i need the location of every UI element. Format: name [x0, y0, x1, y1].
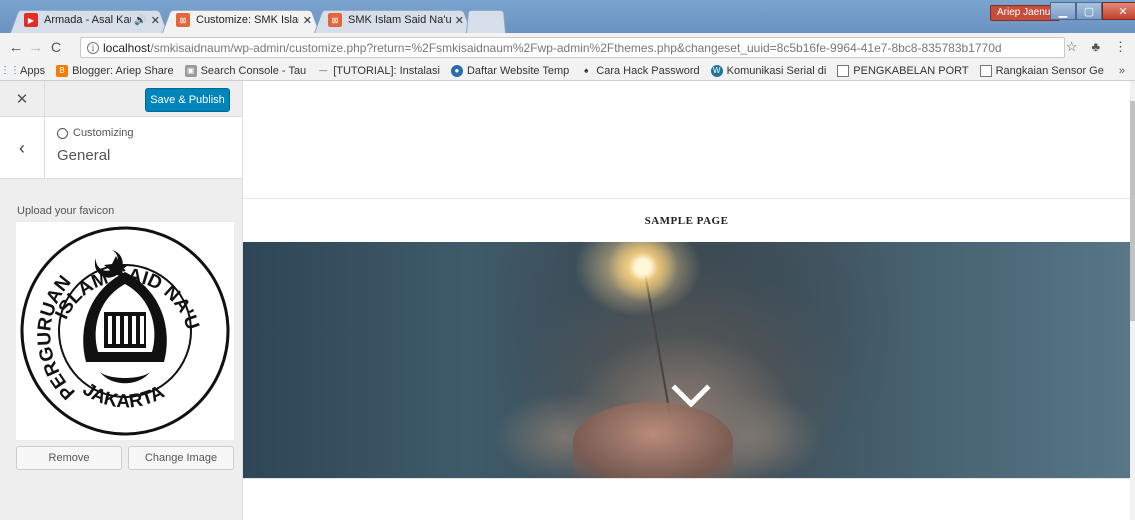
- remove-button[interactable]: Remove: [16, 446, 122, 470]
- bookmark-label: Komunikasi Serial di: [726, 64, 827, 77]
- speaker-icon[interactable]: 🔊: [134, 15, 146, 26]
- bookmark-search-console[interactable]: ▣ Search Console - Tau: [184, 64, 307, 77]
- breadcrumb: Customizing: [57, 127, 134, 139]
- document-icon: [837, 64, 850, 77]
- url-path: /smkisaidnaum/wp-admin/customize.php?ret…: [150, 40, 1002, 55]
- breadcrumb-label: Customizing: [73, 127, 134, 139]
- bookmark-label: Rangkaian Sensor Ge: [995, 64, 1104, 77]
- school-logo-icon: ISLAM SAID NA'UM PERGURUAN JAKARTA: [8, 206, 230, 436]
- preview-content-start: [243, 478, 1130, 520]
- hack-icon: ♠: [584, 66, 589, 75]
- favicon-label: Upload your favicon: [17, 205, 115, 217]
- url-host: localhost: [103, 40, 151, 55]
- close-icon[interactable]: ✕: [151, 14, 160, 27]
- preview-header: [243, 81, 1130, 199]
- site-preview: SAMPLE PAGE: [243, 81, 1130, 520]
- bookmark-label: [TUTORIAL]: Instalasi: [333, 64, 440, 77]
- bookmark-daftar[interactable]: ● Daftar Website Temp: [450, 64, 570, 77]
- browser-titlebar: ▶ Armada - Asal Kau Ba 🔊 ✕ ⊠ Customize: …: [0, 0, 1135, 33]
- hero-sparkler-glow: [608, 242, 678, 302]
- bookmark-apps[interactable]: ⋮⋮ Apps: [0, 64, 46, 77]
- site-icon: ●: [450, 64, 463, 77]
- document-icon: [979, 64, 992, 77]
- bookmark-label: Apps: [20, 64, 46, 77]
- back-chevron-icon[interactable]: ‹: [0, 117, 45, 179]
- close-icon[interactable]: ✕: [455, 14, 464, 27]
- bookmark-label: Cara Hack Password: [596, 64, 700, 77]
- close-icon[interactable]: ✕: [303, 14, 312, 27]
- change-image-button[interactable]: Change Image: [128, 446, 234, 470]
- bookmarks-overflow-button[interactable]: »: [1119, 65, 1125, 77]
- address-row: ← → C i localhost/smkisaidnaum/wp-admin/…: [0, 33, 1135, 61]
- browser-tab-customize[interactable]: ⊠ Customize: SMK Islam Sa ✕: [162, 7, 320, 33]
- save-publish-button[interactable]: Save & Publish: [145, 88, 230, 112]
- wordpress-site-icon: ⊠: [176, 13, 190, 27]
- maximize-button[interactable]: ▢: [1076, 2, 1102, 20]
- minimize-button[interactable]: ▁: [1050, 2, 1076, 20]
- back-arrow-icon[interactable]: ←: [6, 39, 26, 56]
- bookmarks-bar: ⋮⋮ Apps B Blogger: Ariep Share ▣ Search Con…: [0, 61, 1135, 81]
- bookmark-label: Daftar Website Temp: [466, 64, 570, 77]
- tab-title: SMK Islam Said Na'um –: [348, 14, 451, 26]
- bookmark-cara-hack[interactable]: ♠ Cara Hack Password: [580, 65, 699, 77]
- preview-nav: SAMPLE PAGE: [243, 199, 1130, 242]
- bookmark-blogger[interactable]: B Blogger: Ariep Share: [56, 64, 174, 77]
- blogger-icon: B: [56, 64, 69, 77]
- customizing-circle-icon: [57, 127, 68, 139]
- window-close-button[interactable]: ✕: [1102, 2, 1135, 20]
- tab-title: Armada - Asal Kau Ba: [44, 14, 131, 26]
- tab-background: [466, 10, 506, 33]
- info-icon[interactable]: i: [87, 41, 99, 54]
- scroll-down-chevron-icon[interactable]: [671, 380, 711, 410]
- section-title-panel: ‹ Customizing General: [0, 117, 242, 179]
- bookmark-pengkabelan[interactable]: PENGKABELAN PORT: [837, 64, 969, 77]
- customizer-header: ✕ Save & Publish: [0, 81, 242, 117]
- search-console-icon: ▣: [184, 64, 197, 77]
- bookmark-label: Search Console - Tau: [200, 64, 307, 77]
- wordpress-site-icon: ⊠: [328, 13, 342, 27]
- section-title: General: [57, 147, 111, 164]
- customizer-sidebar: ✕ Save & Publish ‹ Customizing General U…: [0, 81, 243, 520]
- dash-icon: —: [319, 66, 328, 75]
- reload-icon[interactable]: C: [46, 39, 66, 55]
- forward-arrow-icon[interactable]: →: [26, 39, 46, 56]
- new-tab-button[interactable]: [466, 7, 506, 33]
- address-bar[interactable]: i localhost/smkisaidnaum/wp-admin/custom…: [80, 37, 1065, 58]
- tab-title: Customize: SMK Islam Sa: [196, 14, 299, 26]
- hero-hands: [573, 402, 733, 478]
- close-icon[interactable]: ✕: [0, 81, 45, 117]
- apps-grid-icon: ⋮⋮: [0, 65, 20, 76]
- wordpress-icon: W: [710, 64, 723, 77]
- tab-strip: ▶ Armada - Asal Kau Ba 🔊 ✕ ⊠ Customize: …: [10, 7, 506, 33]
- favicon-preview[interactable]: ISLAM SAID NA'UM PERGURUAN JAKARTA: [8, 206, 234, 440]
- scrollbar-thumb[interactable]: [1130, 101, 1135, 321]
- bookmark-label: Blogger: Ariep Share: [72, 64, 174, 77]
- bookmark-rangkaian[interactable]: Rangkaian Sensor Ge: [979, 64, 1104, 77]
- bookmark-tutorial[interactable]: — [TUTORIAL]: Instalasi: [317, 65, 440, 77]
- youtube-icon: ▶: [24, 13, 38, 27]
- hero-image: [243, 242, 1130, 478]
- menu-icon[interactable]: ⋮: [1114, 39, 1127, 55]
- bookmark-label: PENGKABELAN PORT: [853, 64, 969, 77]
- star-icon[interactable]: ☆: [1066, 39, 1078, 55]
- favicon-actions: Remove Change Image: [16, 446, 234, 470]
- toolbar-right: ☆ ♣ ⋮: [1066, 39, 1127, 55]
- extension-icon[interactable]: ♣: [1091, 39, 1100, 55]
- preview-scrollbar[interactable]: [1130, 81, 1135, 520]
- nav-link-sample-page[interactable]: SAMPLE PAGE: [645, 215, 729, 227]
- bookmark-komunikasi[interactable]: W Komunikasi Serial di: [710, 64, 827, 77]
- window-controls: ▁ ▢ ✕: [1050, 2, 1135, 20]
- browser-tab-smk[interactable]: ⊠ SMK Islam Said Na'um – ✕: [314, 7, 472, 33]
- browser-tab-armada[interactable]: ▶ Armada - Asal Kau Ba 🔊 ✕: [10, 7, 168, 33]
